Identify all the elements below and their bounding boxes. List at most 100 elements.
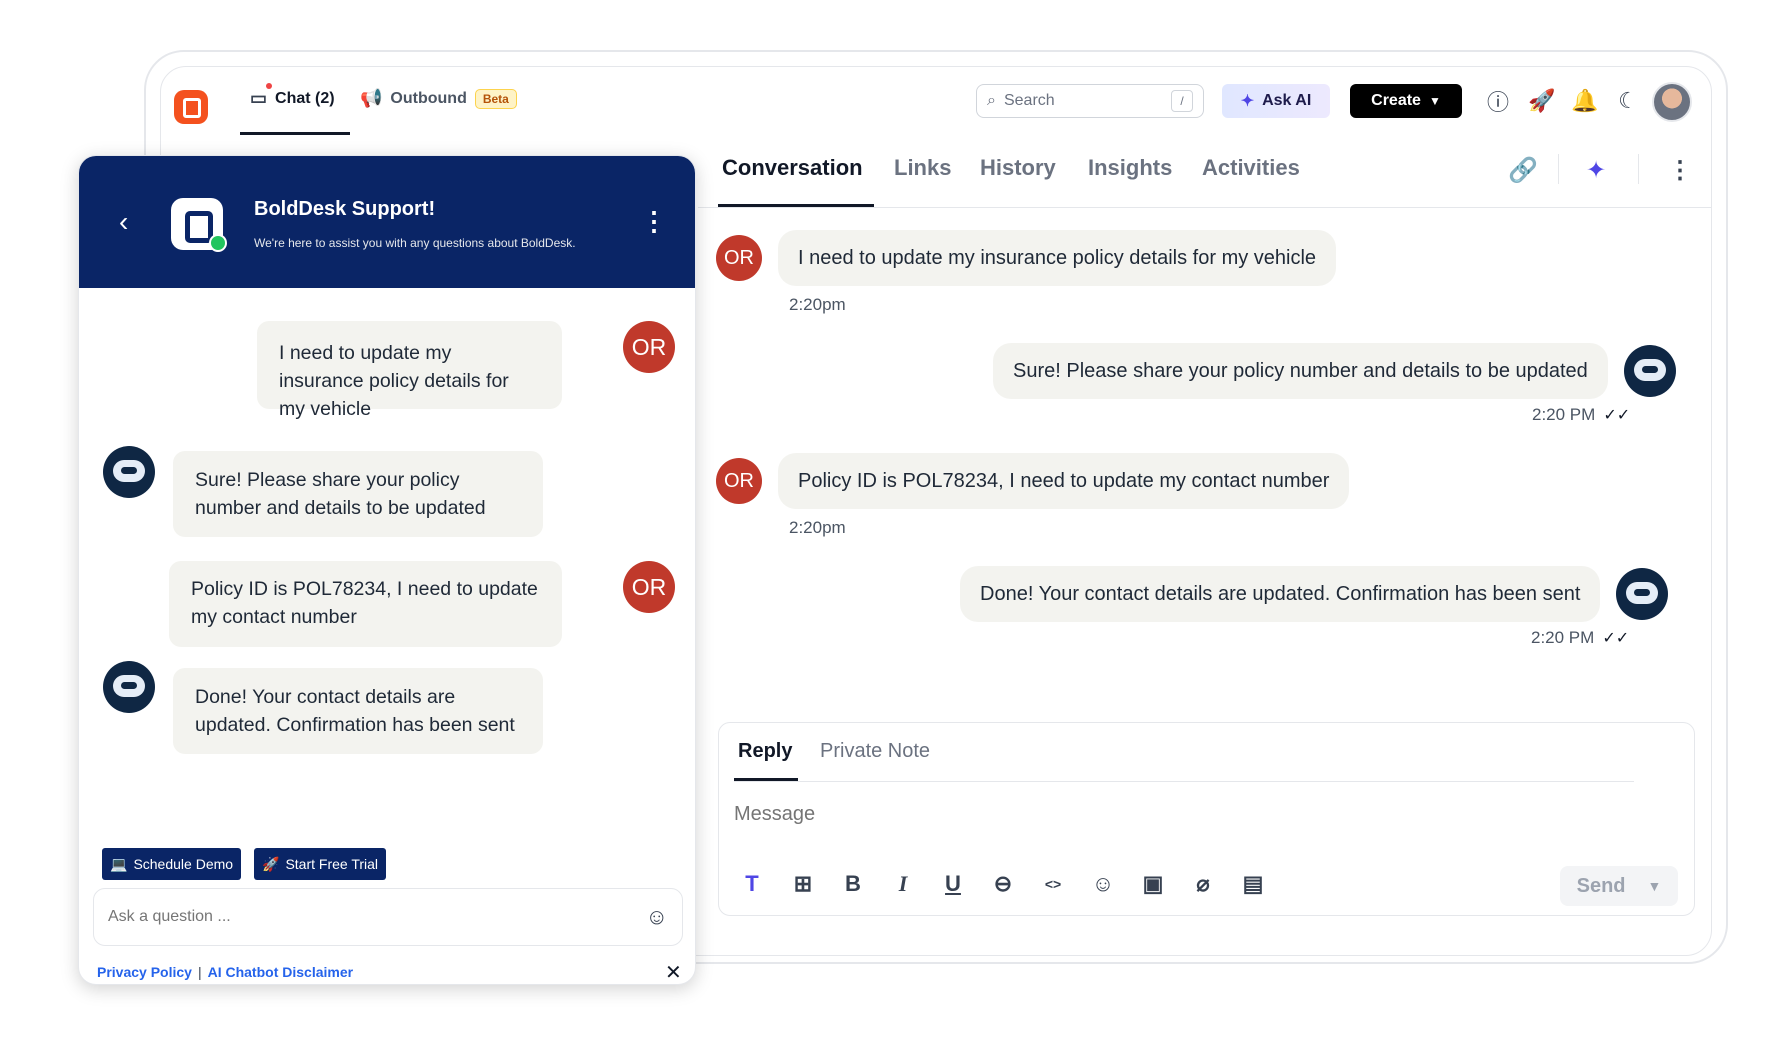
ai-sparkle-icon[interactable]: ✦ — [1586, 156, 1606, 185]
ask-question-field[interactable]: ☺ — [93, 888, 683, 946]
tab-chat[interactable]: ▭ Chat (2) — [250, 88, 335, 109]
bot-avatar — [103, 446, 155, 498]
chat-tab-underline — [240, 132, 350, 135]
message-bubble: Sure! Please share your policy number an… — [993, 343, 1608, 399]
message-input[interactable] — [734, 799, 1634, 829]
customer-avatar: OR — [716, 458, 762, 504]
ai-disclaimer-link[interactable]: AI Chatbot Disclaimer — [208, 964, 353, 980]
message-row: Sure! Please share your policy number an… — [993, 343, 1676, 399]
divider — [734, 781, 1634, 782]
tab-private-note[interactable]: Private Note — [820, 740, 930, 763]
bell-icon[interactable]: 🔔 — [1571, 88, 1598, 114]
double-check-icon: ✓✓ — [1602, 630, 1630, 647]
start-free-trial-label: Start Free Trial — [285, 856, 379, 872]
message-row: OR I need to update my insurance policy … — [716, 230, 1337, 286]
tab-outbound-label: Outbound — [390, 89, 467, 107]
create-button[interactable]: Create ▼ — [1350, 84, 1462, 118]
megaphone-icon: 📢 — [360, 88, 383, 108]
ask-question-input[interactable] — [108, 908, 646, 926]
emoji-icon[interactable]: ☺ — [646, 904, 668, 930]
laptop-icon: 💻 — [110, 855, 128, 872]
emoji-icon[interactable]: ☺ — [1089, 870, 1117, 898]
search-placeholder: Search — [1003, 92, 1055, 109]
customer-avatar: OR — [623, 561, 675, 613]
message-time: 2:20pm — [789, 295, 846, 314]
link-icon[interactable]: ⊖ — [989, 870, 1017, 898]
tab-insights[interactable]: Insights — [1088, 155, 1172, 181]
schedule-demo-button[interactable]: 💻 Schedule Demo — [102, 848, 242, 880]
tab-links[interactable]: Links — [894, 155, 951, 181]
customer-avatar: OR — [623, 321, 675, 373]
ai-sparkle-icon: ✦ — [1240, 93, 1255, 110]
bolddesk-logo[interactable] — [174, 90, 208, 124]
time-label: 2:20 PM — [1532, 405, 1596, 424]
tab-chat-label: Chat (2) — [275, 89, 335, 107]
bot-avatar — [1623, 345, 1676, 397]
moon-icon[interactable]: ☾ — [1615, 88, 1641, 114]
widget-title: BoldDesk Support! — [254, 198, 436, 220]
divider — [698, 207, 1712, 208]
widget-message-bubble: Policy ID is POL78234, I need to update … — [169, 561, 562, 647]
more-vertical-icon[interactable]: ⋮ — [1668, 156, 1692, 185]
message-time: 2:20pm — [789, 518, 846, 537]
widget-subtitle: We're here to assist you with any questi… — [254, 236, 576, 250]
ask-ai-button[interactable]: ✦ Ask AI — [1222, 84, 1330, 118]
tab-activities[interactable]: Activities — [1202, 155, 1300, 181]
italic-icon[interactable]: I — [889, 870, 917, 898]
link-icon[interactable]: 🔗 — [1508, 156, 1538, 185]
send-button[interactable]: Send ▼ — [1560, 866, 1678, 906]
attachment-icon[interactable]: ⌀ — [1189, 870, 1217, 898]
code-file-icon[interactable]: <> — [1039, 870, 1067, 898]
tab-outbound[interactable]: 📢 Outbound Beta — [360, 88, 517, 109]
tab-reply[interactable]: Reply — [738, 740, 792, 763]
message-bubble: Done! Your contact details are updated. … — [960, 566, 1601, 622]
rocket-icon[interactable]: 🚀 — [1528, 88, 1555, 114]
image-icon[interactable]: ▣ — [1139, 870, 1167, 898]
online-status-dot — [209, 234, 227, 252]
message-row: OR Policy ID is POL78234, I need to upda… — [716, 453, 1350, 509]
divider — [1558, 154, 1559, 184]
message-bubble: Policy ID is POL78234, I need to update … — [778, 453, 1350, 509]
search-shortcut: / — [1171, 90, 1193, 112]
widget-message-bubble: Sure! Please share your policy number an… — [173, 451, 543, 537]
user-avatar[interactable] — [1652, 82, 1692, 122]
start-free-trial-button[interactable]: 🚀 Start Free Trial — [254, 848, 387, 880]
tab-conversation[interactable]: Conversation — [722, 155, 863, 181]
underline-icon[interactable]: U — [939, 870, 967, 898]
widget-footer: Privacy Policy | AI Chatbot Disclaimer — [97, 964, 353, 980]
rocket-icon: 🚀 — [262, 855, 280, 872]
close-icon[interactable]: ✕ — [665, 960, 682, 984]
bot-avatar — [1616, 568, 1669, 620]
chat-bubble-icon: ▭ — [250, 88, 268, 108]
beta-badge: Beta — [474, 88, 517, 109]
message-time: 2:20 PM ✓✓ — [1532, 405, 1630, 425]
ai-text-icon[interactable]: T — [738, 870, 766, 898]
search-icon: ⌕ — [987, 92, 996, 109]
document-icon[interactable]: ▤ — [1239, 870, 1267, 898]
message-bubble: I need to update my insurance policy det… — [778, 230, 1337, 286]
search-input[interactable]: ⌕ Search / — [976, 84, 1204, 118]
tab-history[interactable]: History — [980, 155, 1056, 181]
time-label: 2:20 PM — [1531, 628, 1595, 647]
separator: | — [197, 964, 202, 980]
chevron-down-icon: ▼ — [1647, 878, 1662, 894]
add-comment-icon[interactable]: ⊞ — [789, 870, 817, 898]
message-row: Done! Your contact details are updated. … — [960, 566, 1669, 622]
help-icon[interactable]: ⓘ — [1485, 88, 1511, 115]
widget-message-bubble: Done! Your contact details are updated. … — [173, 668, 543, 754]
chat-widget: ‹ BoldDesk Support! We're here to assist… — [78, 155, 696, 985]
bot-avatar — [103, 661, 155, 713]
bold-icon[interactable]: B — [839, 870, 867, 898]
divider — [1638, 154, 1639, 184]
widget-header: ‹ BoldDesk Support! We're here to assist… — [79, 156, 695, 288]
privacy-policy-link[interactable]: Privacy Policy — [97, 964, 192, 980]
message-time: 2:20 PM ✓✓ — [1531, 628, 1629, 648]
widget-message-bubble: I need to update my insurance policy det… — [257, 321, 562, 420]
more-vertical-icon[interactable]: ⋮ — [641, 206, 667, 237]
chevron-down-icon: ▼ — [1428, 94, 1441, 108]
schedule-demo-label: Schedule Demo — [133, 856, 234, 872]
back-arrow-icon[interactable]: ‹ — [119, 206, 128, 238]
double-check-icon: ✓✓ — [1603, 407, 1631, 424]
send-label: Send — [1576, 874, 1626, 897]
ask-ai-label: Ask AI — [1262, 92, 1312, 109]
